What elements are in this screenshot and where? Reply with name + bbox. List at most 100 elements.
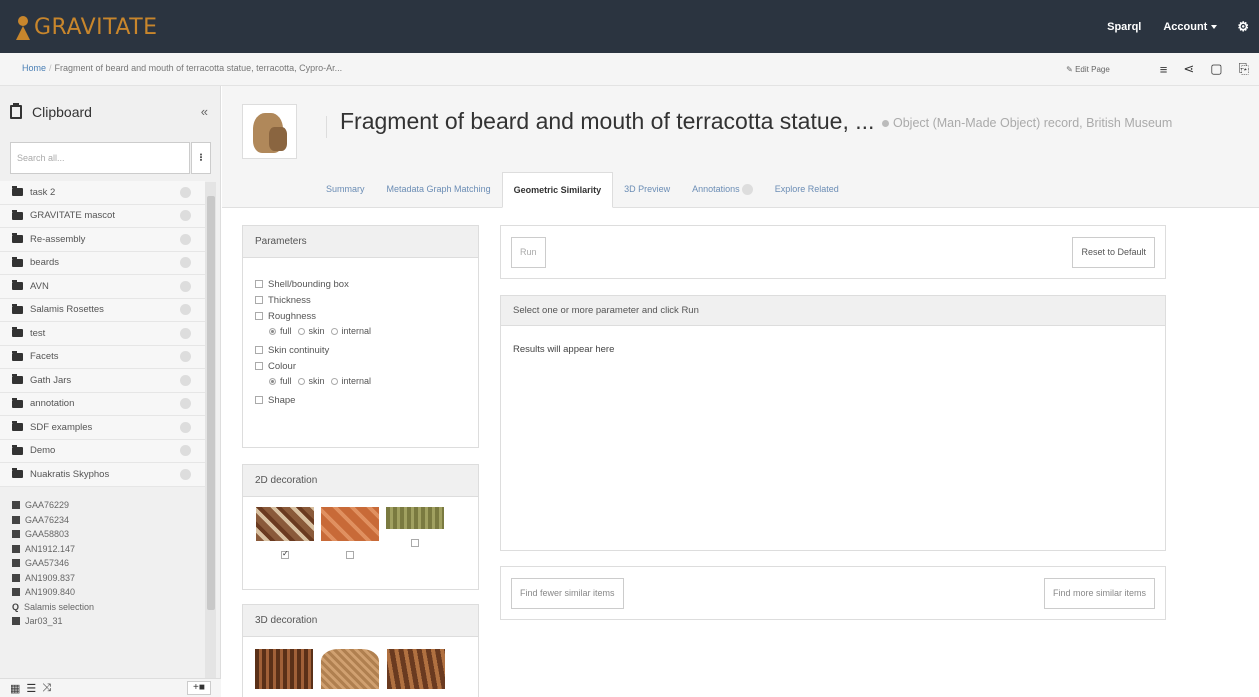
- roughness-full-radio[interactable]: [269, 327, 276, 335]
- roughness-options: full skin internal: [269, 324, 478, 338]
- list-item[interactable]: AN1909.840: [0, 585, 205, 600]
- param-shell[interactable]: Shell/bounding box: [255, 276, 478, 292]
- folder-icon: [12, 468, 23, 479]
- clipboard-header: Clipboard: [10, 103, 92, 120]
- tab-explore-related[interactable]: Explore Related: [764, 172, 850, 208]
- add-folder-button[interactable]: +■: [187, 681, 211, 695]
- object-icon: [12, 530, 20, 539]
- skin-continuity-checkbox[interactable]: [255, 346, 263, 354]
- tab-metadata-graph-matching[interactable]: Metadata Graph Matching: [376, 172, 502, 208]
- folder-item[interactable]: beards: [0, 251, 205, 275]
- collapse-sidebar-icon[interactable]: «: [201, 104, 208, 119]
- param-label: Colour: [268, 360, 296, 372]
- tab-annotations-label: Annotations: [692, 184, 740, 194]
- gear-icon[interactable]: ⚙: [1237, 19, 1249, 35]
- search-input[interactable]: [10, 142, 190, 174]
- count-badge: [180, 233, 191, 245]
- roughness-skin-radio[interactable]: [297, 327, 305, 335]
- sparql-link[interactable]: Sparql: [1107, 21, 1141, 33]
- swatch-checkbox[interactable]: [346, 551, 354, 559]
- shell-checkbox[interactable]: [255, 280, 263, 288]
- folder-list: task 2 GRAVITATE mascot Re-assembly bear…: [0, 181, 205, 487]
- item-label: GAA57346: [25, 558, 70, 569]
- folder-item[interactable]: Salamis Rosettes: [0, 298, 205, 322]
- swatch-image: [256, 507, 314, 541]
- colour-full-radio[interactable]: [269, 377, 276, 385]
- list-view-icon[interactable]: ☰: [26, 682, 36, 695]
- folder-item[interactable]: task 2: [0, 181, 205, 205]
- swatch-checkbox[interactable]: [411, 539, 419, 547]
- query-icon: Q: [12, 601, 20, 612]
- shape-checkbox[interactable]: [255, 396, 263, 404]
- edit-page-button[interactable]: ✎ Edit Page: [1066, 65, 1110, 74]
- find-fewer-button[interactable]: Find fewer similar items: [511, 578, 624, 609]
- list-item[interactable]: GAA57346: [0, 556, 205, 571]
- folder-label: Re-assembly: [30, 233, 86, 245]
- list-item[interactable]: AN1909.837: [0, 571, 205, 586]
- folder-item[interactable]: Demo: [0, 439, 205, 463]
- list-item[interactable]: AN1912.147: [0, 542, 205, 557]
- param-colour[interactable]: Colour: [255, 358, 478, 374]
- roughness-internal-radio[interactable]: [330, 327, 338, 335]
- list-item[interactable]: Jar03_31: [0, 614, 205, 629]
- share-icon[interactable]: ⋖: [1183, 61, 1194, 77]
- folder-label: annotation: [30, 398, 75, 410]
- logo[interactable]: GRAVITATE: [14, 10, 158, 44]
- tab-3d-preview[interactable]: 3D Preview: [613, 172, 681, 208]
- folder-item[interactable]: SDF examples: [0, 416, 205, 440]
- decoration-swatch[interactable]: [255, 649, 313, 689]
- folder-item[interactable]: Facets: [0, 345, 205, 369]
- param-skin-continuity[interactable]: Skin continuity: [255, 342, 478, 358]
- folder-item[interactable]: Nuakratis Skyphos: [0, 463, 205, 487]
- tab-annotations[interactable]: Annotations: [681, 172, 764, 208]
- list-item[interactable]: GAA76229: [0, 498, 205, 513]
- colour-skin-radio[interactable]: [297, 377, 305, 385]
- decoration-swatch[interactable]: [387, 649, 445, 689]
- roughness-checkbox[interactable]: [255, 312, 263, 320]
- param-shape[interactable]: Shape: [255, 392, 478, 408]
- colour-options: full skin internal: [269, 374, 478, 388]
- param-roughness[interactable]: Roughness: [255, 308, 478, 324]
- folder-icon: [12, 280, 23, 291]
- decoration-swatch[interactable]: [321, 649, 379, 689]
- list-item[interactable]: Q Salamis selection: [0, 600, 205, 615]
- results-heading: Select one or more parameter and click R…: [501, 296, 1165, 326]
- tab-geometric-similarity[interactable]: Geometric Similarity: [501, 172, 614, 208]
- folder-item[interactable]: Re-assembly: [0, 228, 205, 252]
- swatch-checkbox[interactable]: [281, 549, 289, 559]
- list-item[interactable]: GAA58803: [0, 527, 205, 542]
- image-icon[interactable]: ▢: [1210, 61, 1222, 77]
- item-label: GAA76229: [25, 500, 70, 511]
- folder-item[interactable]: GRAVITATE mascot: [0, 204, 205, 228]
- decoration-swatch[interactable]: [320, 507, 380, 559]
- object-thumbnail[interactable]: [242, 104, 297, 159]
- account-menu[interactable]: Account: [1163, 21, 1218, 33]
- decoration-swatch[interactable]: [385, 507, 445, 559]
- find-more-button[interactable]: Find more similar items: [1043, 578, 1155, 609]
- search-options-icon[interactable]: ⁝: [191, 142, 211, 174]
- folder-item[interactable]: Gath Jars: [0, 369, 205, 393]
- option-label: full: [280, 326, 292, 336]
- param-thickness[interactable]: Thickness: [255, 292, 478, 308]
- colour-checkbox[interactable]: [255, 362, 263, 370]
- list-icon[interactable]: ≡: [1160, 62, 1168, 77]
- export-icon[interactable]: ⎘: [1239, 61, 1249, 77]
- search-box: ⁝: [10, 142, 211, 174]
- run-button[interactable]: Run: [511, 237, 546, 268]
- reset-to-default-button[interactable]: Reset to Default: [1072, 237, 1155, 268]
- shuffle-icon[interactable]: ⤨: [42, 682, 51, 695]
- breadcrumb-home-link[interactable]: Home: [22, 63, 46, 73]
- folder-item[interactable]: test: [0, 322, 205, 346]
- list-item[interactable]: GAA76234: [0, 513, 205, 528]
- tab-summary[interactable]: Summary: [315, 172, 376, 208]
- decoration-swatch[interactable]: [255, 507, 315, 559]
- item-label: AN1912.147: [25, 543, 76, 554]
- grid-view-icon[interactable]: ▦: [10, 682, 20, 695]
- clipboard-sidebar: Clipboard « ⁝ task 2 GRAVITATE mascot Re…: [0, 86, 221, 697]
- colour-internal-radio[interactable]: [330, 377, 338, 385]
- folder-item[interactable]: AVN: [0, 275, 205, 299]
- thickness-checkbox[interactable]: [255, 296, 263, 304]
- sidebar-scrollbar-thumb[interactable]: [207, 196, 215, 610]
- folder-item[interactable]: annotation: [0, 392, 205, 416]
- item-label: Salamis selection: [24, 601, 95, 612]
